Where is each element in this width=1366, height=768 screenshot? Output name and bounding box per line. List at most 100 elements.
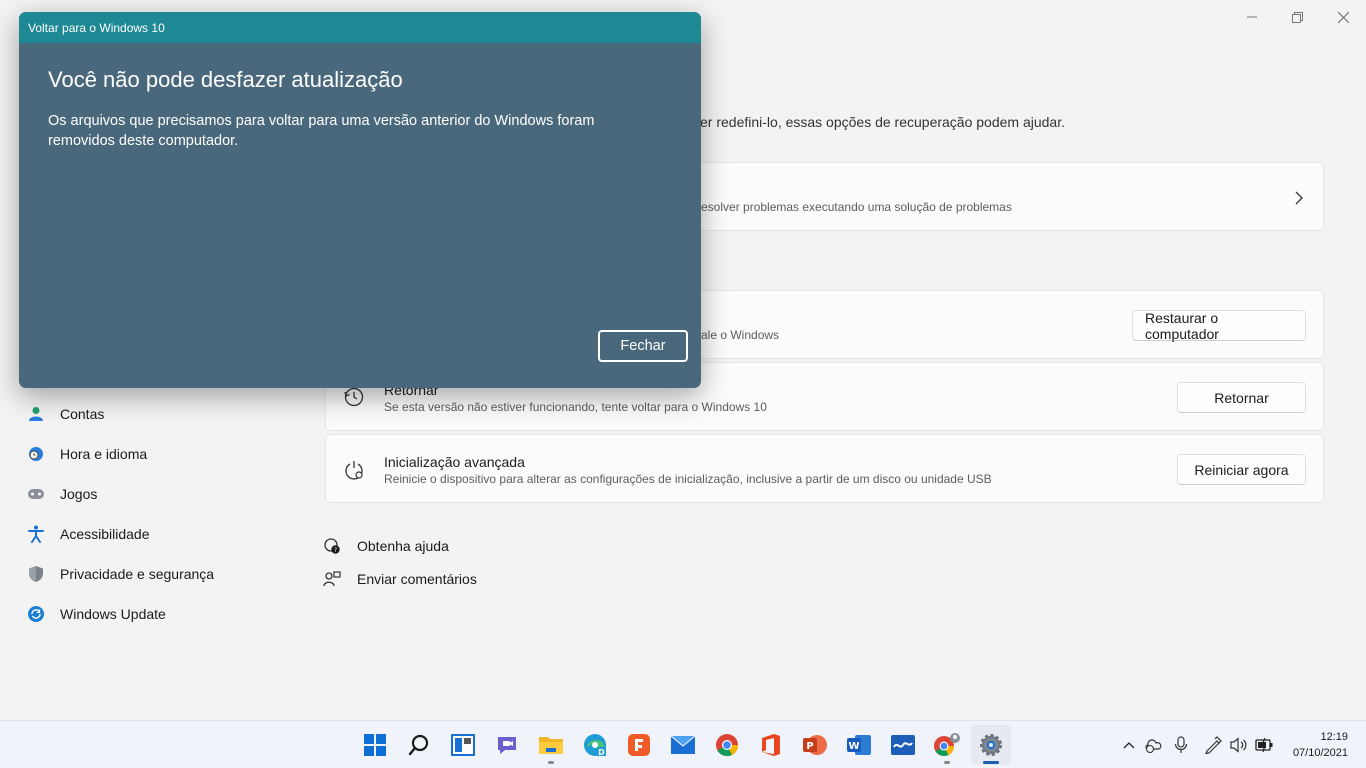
svg-text:D: D bbox=[598, 748, 605, 757]
battery-charging-icon bbox=[1255, 737, 1273, 753]
edge-button[interactable]: D bbox=[575, 725, 615, 765]
clock-time: 12:19 bbox=[1320, 731, 1348, 743]
minimize-icon bbox=[1247, 16, 1257, 18]
task-view-button[interactable] bbox=[443, 725, 483, 765]
sidebar-item-time-language[interactable]: Hora e idioma bbox=[26, 436, 296, 472]
accessibility-icon bbox=[26, 524, 46, 544]
sidebar-item-label: Acessibilidade bbox=[60, 526, 150, 542]
folder-icon bbox=[539, 737, 563, 754]
sidebar-item-label: Jogos bbox=[60, 486, 98, 502]
chevron-up-icon bbox=[1123, 742, 1135, 749]
advanced-startup-card: Inicialização avançada Reinicie o dispos… bbox=[325, 434, 1324, 503]
system-clock[interactable]: 12:19 07/10/2021 bbox=[1293, 729, 1348, 761]
get-help-link[interactable]: ? Obtenha ajuda bbox=[322, 534, 449, 558]
dialog-heading: Você não pode desfazer atualização bbox=[48, 67, 403, 92]
reset-pc-button[interactable]: Restaurar o computador bbox=[1132, 310, 1306, 342]
teams-chat-button[interactable] bbox=[487, 725, 527, 765]
go-back-dialog: Voltar para o Windows 10 Você não pode d… bbox=[19, 12, 701, 388]
sidebar-item-gaming[interactable]: Jogos bbox=[26, 476, 296, 512]
edge-icon: D bbox=[584, 734, 606, 757]
history-icon bbox=[344, 387, 364, 407]
sidebar-item-label: Contas bbox=[60, 406, 105, 422]
advanced-startup-title: Inicialização avançada bbox=[384, 454, 525, 470]
restart-now-button[interactable]: Reiniciar agora bbox=[1177, 454, 1306, 485]
sidebar-item-label: Hora e idioma bbox=[60, 446, 148, 462]
feedback-icon bbox=[322, 569, 342, 589]
sidebar-item-windows-update[interactable]: Windows Update bbox=[26, 596, 296, 632]
microphone-icon bbox=[1174, 736, 1188, 753]
maximize-button[interactable] bbox=[1274, 6, 1320, 28]
chrome-profile-icon bbox=[934, 733, 960, 756]
mail-button[interactable] bbox=[663, 725, 703, 765]
whiteboard-icon bbox=[891, 735, 915, 755]
close-window-button[interactable] bbox=[1320, 6, 1366, 28]
file-explorer-button[interactable] bbox=[531, 725, 571, 765]
restore-icon bbox=[1291, 11, 1303, 23]
go-back-button[interactable]: Retornar bbox=[1177, 382, 1306, 413]
powerpoint-button[interactable]: P bbox=[795, 725, 835, 765]
svg-text:?: ? bbox=[334, 547, 337, 554]
troubleshoot-subtitle: esolver problemas executando uma solução… bbox=[701, 200, 1012, 214]
gear-icon bbox=[980, 734, 1002, 756]
chevron-right-icon bbox=[1295, 191, 1303, 205]
sidebar-item-accounts[interactable]: Contas bbox=[26, 396, 296, 432]
clock-date: 07/10/2021 bbox=[1292, 747, 1348, 759]
chat-icon bbox=[498, 737, 516, 754]
tray-item-pen[interactable] bbox=[1203, 735, 1223, 755]
send-feedback-label: Enviar comentários bbox=[357, 571, 477, 587]
go-back-subtitle: Se esta versão não estiver funcionando, … bbox=[384, 400, 767, 414]
dialog-title: Voltar para o Windows 10 bbox=[19, 12, 701, 43]
chrome-icon bbox=[716, 734, 739, 757]
cloud-icon bbox=[1145, 739, 1162, 753]
office-button[interactable] bbox=[751, 725, 791, 765]
running-indicator bbox=[548, 761, 554, 764]
reset-subtitle: ale o Windows bbox=[701, 328, 780, 342]
word-button[interactable]: W bbox=[839, 725, 879, 765]
sidebar-item-label: Windows Update bbox=[60, 606, 166, 622]
tray-item-onedrive[interactable] bbox=[1143, 735, 1163, 755]
whiteboard-button[interactable] bbox=[883, 725, 923, 765]
speaker-icon bbox=[1230, 737, 1247, 753]
running-indicator bbox=[944, 761, 950, 764]
mail-icon bbox=[670, 735, 696, 754]
task-view-icon bbox=[451, 734, 475, 756]
taskbar: D P W 12:19 07/10/2021 bbox=[0, 720, 1366, 768]
active-indicator bbox=[983, 761, 999, 764]
close-dialog-button[interactable]: Fechar bbox=[598, 330, 688, 362]
sidebar-item-privacy[interactable]: Privacidade e segurança bbox=[26, 556, 296, 592]
sidebar-item-label: Privacidade e segurança bbox=[60, 566, 215, 582]
privacy-shield-icon bbox=[26, 564, 46, 584]
red-app-button[interactable] bbox=[619, 725, 659, 765]
dialog-message: Os arquivos que precisamos para voltar p… bbox=[48, 113, 595, 149]
svg-text:P: P bbox=[806, 741, 813, 752]
close-icon bbox=[1337, 11, 1349, 23]
search-button[interactable] bbox=[399, 725, 439, 765]
search-icon bbox=[408, 734, 429, 756]
pen-icon bbox=[1205, 736, 1222, 754]
windows-update-icon bbox=[26, 604, 46, 624]
sidebar-item-accessibility[interactable]: Acessibilidade bbox=[26, 516, 296, 552]
chrome-profile-button[interactable] bbox=[927, 725, 967, 765]
advanced-startup-icon bbox=[345, 461, 363, 480]
settings-taskbar-button[interactable] bbox=[971, 725, 1011, 765]
advanced-startup-subtitle: Reinicie o dispositivo para alterar as c… bbox=[384, 472, 992, 486]
office-icon bbox=[762, 734, 780, 756]
accounts-icon bbox=[26, 404, 46, 424]
get-help-label: Obtenha ajuda bbox=[357, 538, 449, 554]
windows-start-icon bbox=[364, 734, 386, 756]
help-icon: ? bbox=[322, 536, 342, 556]
minimize-button[interactable] bbox=[1229, 6, 1275, 28]
tray-item-volume[interactable] bbox=[1230, 735, 1250, 755]
tray-item-microphone[interactable] bbox=[1171, 735, 1191, 755]
time-language-icon bbox=[26, 444, 46, 464]
powerpoint-icon: P bbox=[803, 735, 827, 755]
gaming-icon bbox=[26, 484, 46, 504]
tray-item-battery[interactable] bbox=[1255, 735, 1275, 755]
svg-text:W: W bbox=[848, 741, 859, 752]
page-description: er redefini-lo, essas opções de recupera… bbox=[700, 114, 1065, 130]
red-app-icon bbox=[628, 734, 650, 756]
show-hidden-icons-button[interactable] bbox=[1119, 735, 1139, 755]
start-button[interactable] bbox=[355, 725, 395, 765]
send-feedback-link[interactable]: Enviar comentários bbox=[322, 567, 477, 591]
chrome-button[interactable] bbox=[707, 725, 747, 765]
